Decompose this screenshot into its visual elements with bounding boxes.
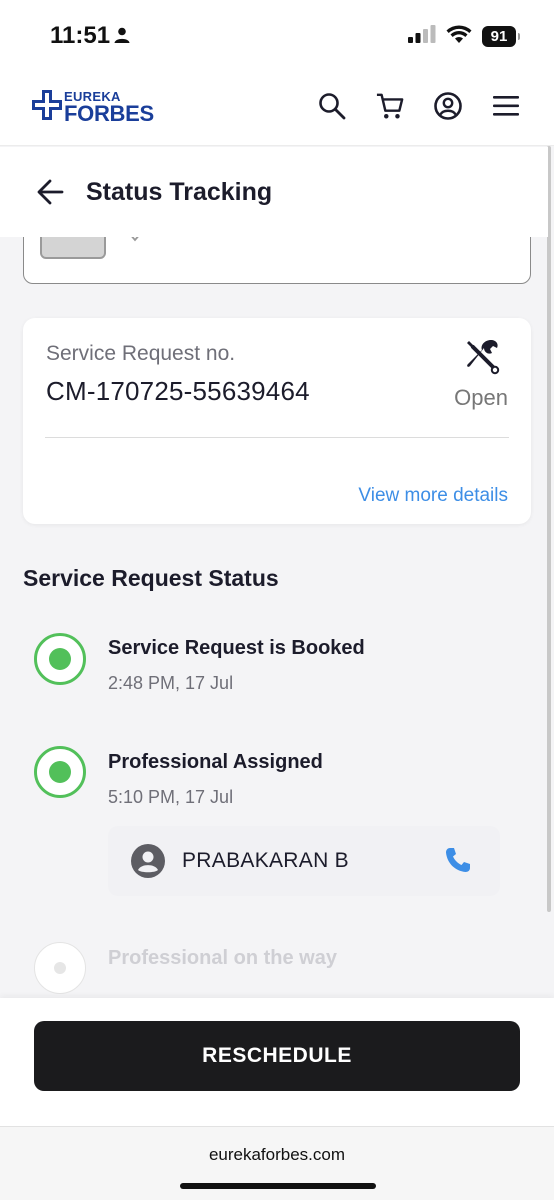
cart-icon[interactable] [376,92,404,120]
browser-url[interactable]: eurekaforbes.com [0,1145,554,1165]
request-number-label: Service Request no. [46,342,236,365]
scrollbar[interactable] [547,146,551,912]
step-done-indicator [34,633,86,685]
logo-text-bottom: FORBES [64,101,154,126]
status-bar: 11:51 91 [0,0,554,72]
step-title: Professional Assigned [108,751,323,773]
request-status: Open [454,385,508,410]
bottom-action-bar: RESCHEDULE [0,998,554,1126]
phone-icon[interactable] [444,846,472,879]
account-icon[interactable] [434,92,462,120]
battery-icon: 91 [482,26,520,47]
back-arrow-icon[interactable] [36,179,64,210]
divider [45,437,509,438]
step-title: Service Request is Booked [108,637,365,659]
home-indicator[interactable] [180,1183,376,1189]
step-time: 2:48 PM, 17 Jul [108,673,234,693]
page-title: Status Tracking [86,178,273,206]
menu-icon[interactable] [492,92,520,120]
wifi-icon [446,24,472,49]
step-time: 5:10 PM, 17 Jul [108,787,234,807]
avatar-icon [130,843,166,884]
request-number: CM-170725-55639464 [46,376,310,406]
eureka-forbes-logo[interactable]: EUREKA FORBES [32,90,154,125]
step-done-indicator [34,746,86,798]
cross-logo-icon [32,90,62,125]
search-icon[interactable] [318,92,346,120]
assignee-name: PRABAKARAN B [182,849,349,872]
person-icon [114,27,130,48]
step-pending-indicator [34,942,86,994]
tools-icon [463,338,501,381]
service-request-card: Service Request no. CM-170725-55639464 O… [23,318,531,524]
page-title-bar: Status Tracking [0,147,548,237]
site-header: EUREKA FORBES [0,72,554,146]
browser-bar: eurekaforbes.com [0,1126,554,1200]
step-title: Professional on the way [108,947,337,969]
reschedule-button[interactable]: RESCHEDULE [34,1021,520,1091]
view-more-details-link[interactable]: View more details [358,485,508,507]
signal-icon [408,25,436,48]
status-section-title: Service Request Status [23,565,279,591]
assignee-card: PRABAKARAN B [108,826,500,896]
clock: 11:51 [50,22,111,49]
